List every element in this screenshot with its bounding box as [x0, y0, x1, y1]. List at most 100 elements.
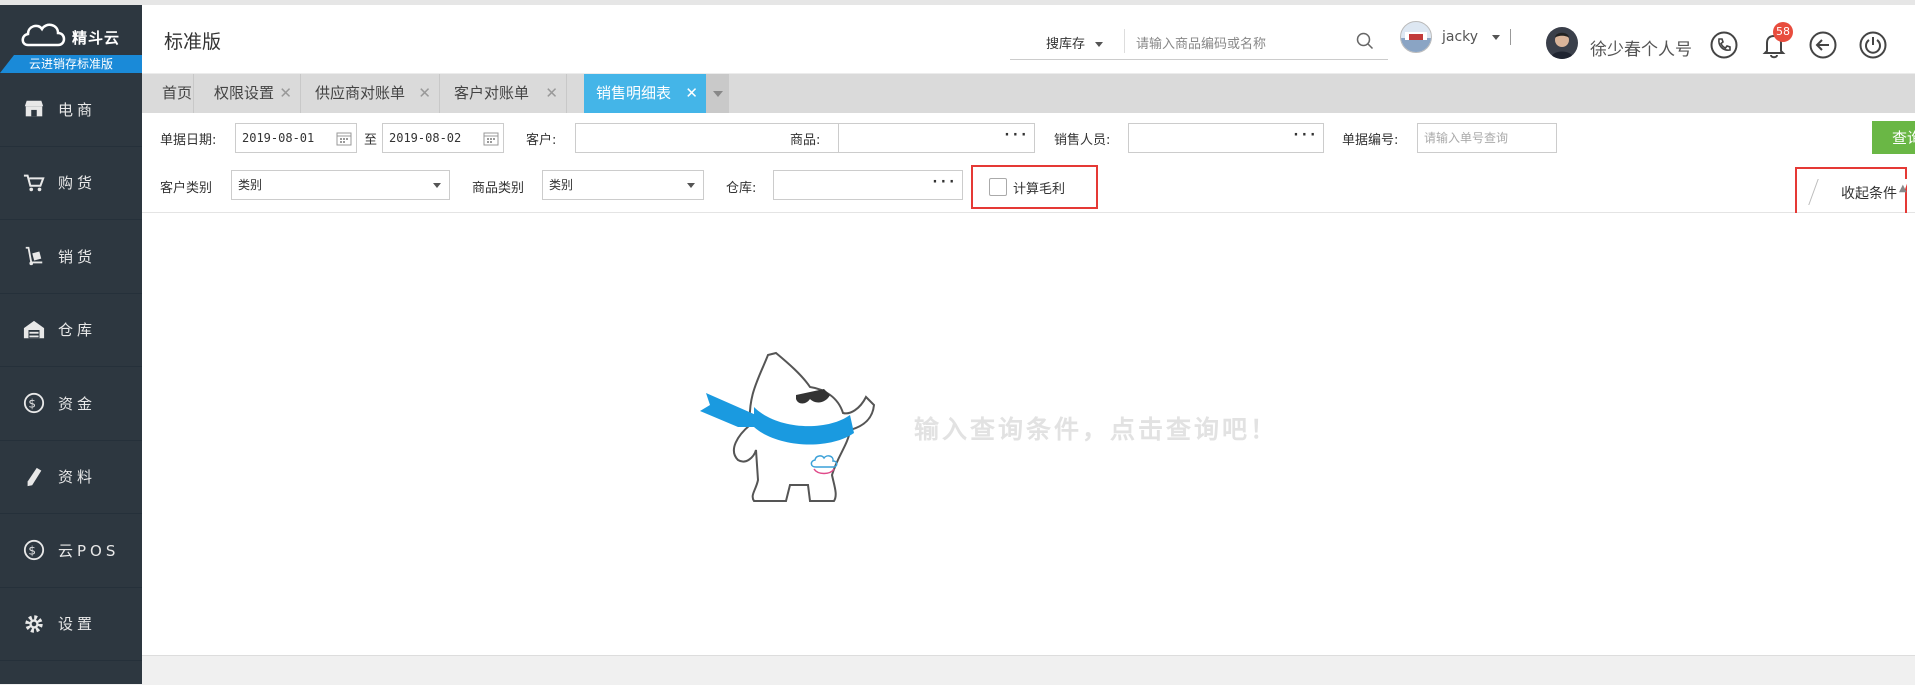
more-icon[interactable]: ···	[1003, 121, 1028, 149]
sidebar-item-ecommerce[interactable]: 电商	[0, 73, 142, 147]
edition-label: 云进销存标准版	[0, 55, 142, 73]
power-icon[interactable]	[1858, 30, 1888, 60]
tab-label: 销售明细表	[596, 84, 672, 102]
dollar-circle-icon: $	[22, 391, 46, 415]
collapse-label: 收起条件	[1841, 186, 1897, 202]
sidebar-item-label: 购货	[58, 174, 97, 193]
doc-no-label: 单据编号:	[1342, 133, 1399, 148]
chevron-down-icon	[1095, 42, 1104, 47]
collapse-filters-toggle[interactable]: 收起条件 ▲	[1795, 167, 1909, 217]
product-label: 商品:	[790, 133, 821, 148]
user-name: jacky	[1442, 29, 1479, 45]
sidebar-item-label: 云POS	[58, 541, 120, 560]
svg-text:$: $	[28, 397, 39, 411]
close-icon[interactable]: ✕	[418, 74, 431, 113]
chevron-down-icon	[433, 183, 441, 188]
tab-label: 供应商对账单	[315, 84, 406, 102]
sidebar-item-label: 资料	[58, 468, 97, 487]
sidebar-item-label: 销货	[58, 247, 97, 266]
sidebar-item-settings[interactable]: 设置	[0, 588, 142, 661]
pencil-icon	[22, 465, 46, 489]
back-arrow-icon[interactable]	[1808, 30, 1838, 60]
warehouse-label: 仓库:	[726, 181, 757, 196]
sidebar-item-warehouse[interactable]: 仓库	[0, 294, 142, 367]
gross-profit-option: 计算毛利	[971, 165, 1098, 209]
customer-label: 客户:	[526, 133, 557, 148]
product-type-select[interactable]: 类别	[542, 170, 704, 200]
more-icon[interactable]: ···	[1292, 121, 1317, 149]
close-icon[interactable]: ✕	[545, 74, 558, 113]
tab-customer-statement[interactable]: 客户对账单 ✕	[440, 74, 567, 113]
avatar	[1400, 21, 1432, 53]
close-icon[interactable]: ✕	[685, 74, 698, 113]
tab-home[interactable]: 首页	[142, 74, 194, 113]
sidebar-item-label: 设置	[58, 615, 97, 634]
calendar-icon[interactable]	[336, 130, 352, 146]
notification-badge: 58	[1773, 22, 1793, 42]
sidebar-item-purchase[interactable]: 购货	[0, 147, 142, 220]
cloud-logo-icon	[21, 23, 66, 47]
account-name: 徐少春个人号	[1590, 40, 1692, 60]
close-icon[interactable]: ✕	[279, 74, 292, 113]
divider	[1510, 29, 1511, 45]
customer-type-label: 客户类别	[160, 181, 213, 196]
phone-icon[interactable]	[1709, 30, 1739, 60]
sidebar: 精斗云 云进销存标准版 电商 购货 销货 仓库 $ 资金 资料 $ 云POS 设…	[0, 5, 142, 684]
tab-supplier-statement[interactable]: 供应商对账单 ✕	[301, 74, 440, 113]
warehouse-input[interactable]: ···	[773, 170, 963, 200]
sidebar-item-funds[interactable]: $ 资金	[0, 367, 142, 441]
warehouse-icon	[22, 318, 46, 342]
date-label: 单据日期:	[160, 133, 217, 148]
doc-no-input[interactable]: 请输入单号查询	[1417, 123, 1557, 153]
product-type-label: 商品类别	[472, 181, 525, 196]
tab-sales-detail[interactable]: 销售明细表 ✕	[584, 74, 707, 113]
search-icon[interactable]	[1356, 32, 1374, 50]
gear-icon	[22, 612, 46, 636]
gross-profit-label: 计算毛利	[1013, 182, 1066, 197]
tab-permission-settings[interactable]: 权限设置 ✕	[194, 74, 301, 113]
date-to-input[interactable]: 2019-08-02	[382, 123, 504, 153]
tab-label: 权限设置	[214, 84, 275, 102]
brand-name: 精斗云	[72, 29, 121, 47]
sidebar-item-label: 资金	[58, 394, 97, 413]
logo: 精斗云 云进销存标准版	[0, 5, 142, 73]
mascot-illustration	[700, 351, 876, 502]
tab-overflow-menu[interactable]	[707, 74, 729, 113]
sidebar-item-sales[interactable]: 销货	[0, 220, 142, 294]
gross-profit-checkbox[interactable]	[989, 178, 1007, 196]
avatar	[1546, 27, 1578, 59]
product-input[interactable]: ···	[838, 123, 1035, 153]
dollar-circle-icon: $	[22, 538, 46, 562]
search-input[interactable]: 请输入商品编码或名称	[1136, 33, 1266, 52]
sidebar-item-data[interactable]: 资料	[0, 441, 142, 514]
empty-state-hint: 输入查询条件，点击查询吧！	[914, 415, 1279, 444]
hand-truck-icon	[22, 244, 46, 268]
sidebar-item-label: 电商	[58, 100, 97, 119]
top-header: 标准版 搜库存 请输入商品编码或名称 jacky 徐少春个人号 58	[142, 5, 1915, 74]
global-search: 搜库存 请输入商品编码或名称	[1010, 25, 1388, 60]
chevron-down-icon	[1492, 35, 1500, 40]
cart-icon	[22, 171, 46, 195]
filter-panel: 单据日期: 2019-08-01 至 2019-08-02 客户: ··· 商品…	[142, 113, 1915, 217]
store-icon	[22, 97, 46, 121]
date-to-label: 至	[364, 133, 378, 148]
more-icon[interactable]: ···	[931, 168, 956, 196]
tab-bar: 首页 权限设置 ✕ 供应商对账单 ✕ 客户对账单 ✕ 销售明细表 ✕	[142, 74, 1915, 113]
salesperson-input[interactable]: ···	[1128, 123, 1324, 153]
tab-label: 客户对账单	[454, 84, 530, 102]
page-title: 标准版	[164, 31, 222, 53]
divider	[1124, 29, 1125, 53]
chevron-up-icon: ▲	[1899, 183, 1907, 194]
sidebar-item-label: 仓库	[58, 321, 97, 340]
search-category-select[interactable]: 搜库存	[1046, 33, 1104, 52]
query-button[interactable]: 查询	[1872, 121, 1915, 154]
calendar-icon[interactable]	[483, 130, 499, 146]
customer-type-select[interactable]: 类别	[231, 170, 450, 200]
results-area: 输入查询条件，点击查询吧！	[142, 213, 1915, 655]
sidebar-item-cloud-pos[interactable]: $ 云POS	[0, 514, 142, 588]
chevron-down-icon	[687, 183, 695, 188]
date-from-input[interactable]: 2019-08-01	[235, 123, 357, 153]
tab-label: 首页	[162, 84, 193, 102]
svg-text:$: $	[28, 544, 39, 558]
salesperson-label: 销售人员:	[1054, 133, 1111, 148]
